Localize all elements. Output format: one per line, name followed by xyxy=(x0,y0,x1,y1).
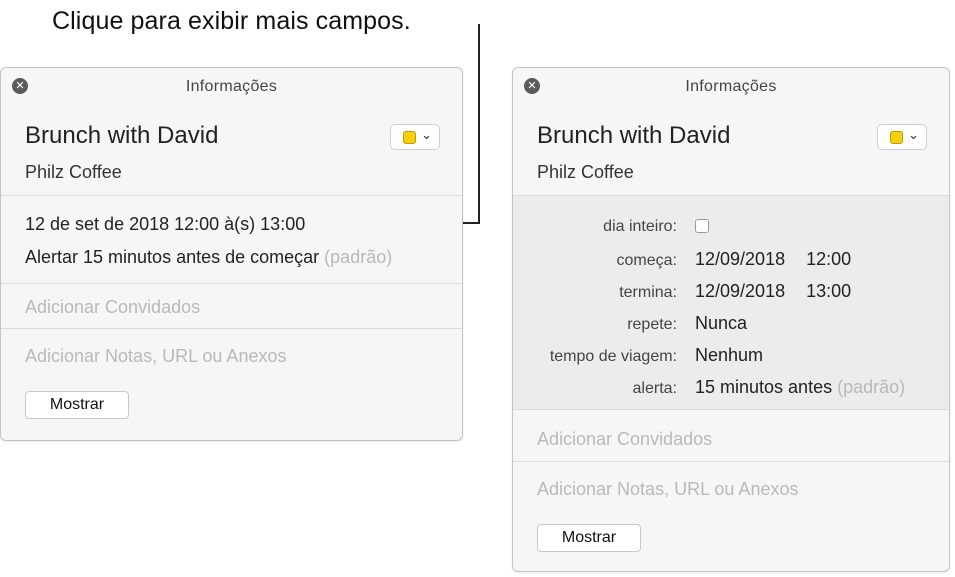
chevron-down-icon: ⌄ xyxy=(908,127,919,142)
popover-title: Informações xyxy=(185,78,278,95)
divider xyxy=(513,461,949,462)
ends-time[interactable]: 13:00 xyxy=(806,281,851,301)
event-title[interactable]: Brunch with David xyxy=(537,122,730,150)
alert-text: Alertar 15 minutos antes de começar xyxy=(25,247,320,267)
show-button[interactable]: Mostrar xyxy=(25,391,129,419)
add-notes-field[interactable]: Adicionar Notas, URL ou Anexos xyxy=(25,346,286,367)
all-day-checkbox[interactable] xyxy=(695,219,709,233)
ends-label: termina: xyxy=(619,284,677,301)
starts-time[interactable]: 12:00 xyxy=(806,249,851,269)
add-invitees-field[interactable]: Adicionar Convidados xyxy=(537,429,712,450)
starts-date[interactable]: 12/09/2018 xyxy=(695,249,785,269)
divider xyxy=(1,328,462,329)
starts-value[interactable]: 12/09/2018 12:00 xyxy=(695,249,851,270)
repeat-label: repete: xyxy=(627,316,677,333)
divider xyxy=(513,409,949,410)
ends-value[interactable]: 12/09/2018 13:00 xyxy=(695,281,851,302)
all-day-label: dia inteiro: xyxy=(603,218,677,235)
event-location[interactable]: Philz Coffee xyxy=(25,162,122,183)
popover-title: Informações xyxy=(685,78,777,95)
alert-default-note: (padrão) xyxy=(837,377,906,397)
calendar-color-swatch xyxy=(403,131,416,144)
starts-label: começa: xyxy=(616,252,677,269)
alert-value[interactable]: 15 minutos antes (padrão) xyxy=(695,377,905,398)
calendar-color-swatch xyxy=(890,131,903,144)
show-button[interactable]: Mostrar xyxy=(537,524,641,552)
chevron-down-icon: ⌄ xyxy=(421,127,432,142)
add-invitees-field[interactable]: Adicionar Convidados xyxy=(25,297,200,318)
repeat-value[interactable]: Nunca xyxy=(695,313,747,334)
divider xyxy=(1,195,462,196)
travel-time-label: tempo de viagem: xyxy=(549,348,677,365)
event-date-time[interactable]: 12 de set de 2018 12:00 à(s) 13:00 xyxy=(25,214,305,235)
calendar-color-picker[interactable]: ⌄ xyxy=(390,124,440,150)
add-notes-field[interactable]: Adicionar Notas, URL ou Anexos xyxy=(537,479,798,500)
event-alert-summary[interactable]: Alertar 15 minutos antes de começar (pad… xyxy=(25,247,392,268)
callout-text: Clique para exibir mais campos. xyxy=(52,7,411,35)
event-details-section: dia inteiro: começa: 12/09/2018 12:00 te… xyxy=(513,196,949,409)
ends-date[interactable]: 12/09/2018 xyxy=(695,281,785,301)
event-title[interactable]: Brunch with David xyxy=(25,122,218,150)
calendar-color-picker[interactable]: ⌄ xyxy=(877,124,927,150)
event-info-popover-collapsed: ✕ Informações Brunch with David Philz Co… xyxy=(0,67,463,441)
event-location[interactable]: Philz Coffee xyxy=(537,162,634,183)
alert-default-note: (padrão) xyxy=(324,247,393,267)
event-info-popover-expanded: ✕ Informações Brunch with David Philz Co… xyxy=(512,67,950,572)
alert-text: 15 minutos antes xyxy=(695,377,833,397)
travel-time-value[interactable]: Nenhum xyxy=(695,345,763,366)
callout-leader-vertical xyxy=(478,24,480,224)
divider xyxy=(1,283,462,284)
alert-label: alerta: xyxy=(632,380,677,397)
